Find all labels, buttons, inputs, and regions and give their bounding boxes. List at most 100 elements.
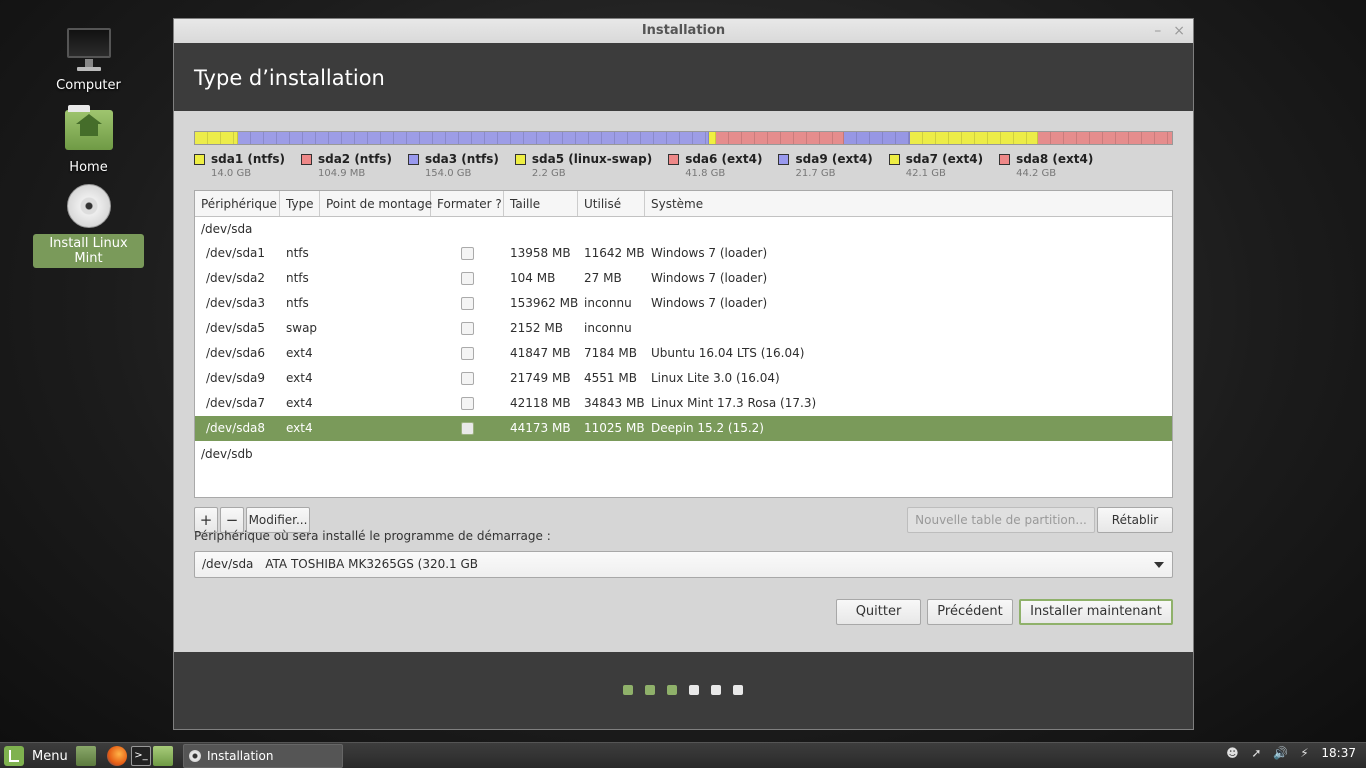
volume-icon[interactable]: 🔊 xyxy=(1273,746,1288,760)
menu-label: Menu xyxy=(32,748,68,764)
cell-device: /dev/sda1 xyxy=(206,246,266,260)
content-area: sda1 (ntfs) 14.0 GB sda2 (ntfs) 104.9 MB s… xyxy=(174,111,1193,653)
cell-mount xyxy=(320,316,431,341)
revert-button[interactable]: Rétablir xyxy=(1097,507,1173,533)
task-label: Installation xyxy=(207,749,274,763)
files-icon[interactable] xyxy=(153,746,173,766)
column-header-system[interactable]: Système xyxy=(645,191,1172,216)
cell-system: Windows 7 (loader) xyxy=(651,246,768,260)
format-checkbox[interactable] xyxy=(461,397,474,410)
format-checkbox[interactable] xyxy=(461,322,474,335)
new-partition-table-button[interactable]: Nouvelle table de partition... xyxy=(907,507,1095,533)
format-checkbox[interactable] xyxy=(461,422,474,435)
step-dot-pending xyxy=(711,685,721,695)
installer-window: Installation – × Type d’installation sda… xyxy=(173,18,1194,730)
cell-mount xyxy=(320,291,431,316)
step-indicator xyxy=(623,685,743,695)
window-titlebar[interactable]: Installation – × xyxy=(174,19,1193,43)
column-header-type[interactable]: Type xyxy=(280,191,320,216)
cell-size: 42118 MB xyxy=(510,396,571,410)
quit-button[interactable]: Quitter xyxy=(836,599,921,625)
computer-icon xyxy=(65,24,113,72)
install-now-button[interactable]: Installer maintenant xyxy=(1019,599,1173,625)
legend-name: sda6 (ext4) xyxy=(685,152,763,166)
column-header-used[interactable]: Utilisé xyxy=(578,191,645,216)
table-row[interactable]: /dev/sda2 ntfs 104 MB 27 MB Windows 7 (l… xyxy=(195,266,1172,291)
partition-table[interactable]: Périphérique Type Point de montage Forma… xyxy=(194,190,1173,498)
bootloader-label: Périphérique où sera installé le program… xyxy=(194,529,551,543)
table-row[interactable]: /dev/sda1 ntfs 13958 MB 11642 MB Windows… xyxy=(195,241,1172,266)
firefox-icon[interactable] xyxy=(107,746,127,766)
menu-button[interactable]: Menu xyxy=(4,745,68,767)
minimize-icon[interactable]: – xyxy=(1154,19,1161,43)
format-checkbox[interactable] xyxy=(461,272,474,285)
cell-device: /dev/sda6 xyxy=(206,346,266,360)
column-header-format[interactable]: Formater ? xyxy=(431,191,504,216)
table-row[interactable]: /dev/sda6 ext4 41847 MB 7184 MB Ubuntu 1… xyxy=(195,341,1172,366)
desktop-icon-label: Install Linux Mint xyxy=(33,234,144,268)
legend-size: 42.1 GB xyxy=(905,168,946,179)
power-icon[interactable]: ⚡ xyxy=(1297,746,1311,760)
format-checkbox[interactable] xyxy=(461,372,474,385)
step-dot-complete xyxy=(645,685,655,695)
back-button[interactable]: Précédent xyxy=(927,599,1013,625)
progress-footer xyxy=(174,652,1193,729)
cell-device: /dev/sda3 xyxy=(206,296,266,310)
step-dot-pending xyxy=(689,685,699,695)
table-body: /dev/sda /dev/sda1 ntfs 13958 MB 11642 M… xyxy=(195,217,1172,467)
cell-type: ext4 xyxy=(286,346,313,360)
close-icon[interactable]: × xyxy=(1173,19,1185,43)
format-checkbox[interactable] xyxy=(461,247,474,260)
desktop-icon-computer[interactable]: Computer xyxy=(33,24,144,95)
cell-mount xyxy=(320,241,431,266)
cell-system: Windows 7 (loader) xyxy=(651,271,768,285)
column-header-device[interactable]: Périphérique xyxy=(195,191,280,216)
legend-swatch xyxy=(407,154,419,165)
desktop-icon-install-linux-mint[interactable]: Install Linux Mint xyxy=(33,184,144,268)
legend-item: sda6 (ext4) 41.8 GB xyxy=(668,152,762,179)
cell-type: ext4 xyxy=(286,371,313,385)
disk-group-sdb[interactable]: /dev/sdb xyxy=(195,441,1172,467)
cell-type: ntfs xyxy=(286,271,309,285)
table-row[interactable]: /dev/sda7 ext4 42118 MB 34843 MB Linux M… xyxy=(195,391,1172,416)
table-row[interactable]: /dev/sda5 swap 2152 MB inconnu xyxy=(195,316,1172,341)
column-header-size[interactable]: Taille xyxy=(504,191,578,216)
cell-device: /dev/sda8 xyxy=(206,421,266,435)
column-header-mount[interactable]: Point de montage xyxy=(320,191,432,216)
legend-name: sda8 (ext4) xyxy=(1016,152,1094,166)
clock[interactable]: 18:37 xyxy=(1321,746,1356,760)
linux-mint-logo-icon xyxy=(4,746,24,766)
cell-system: Linux Mint 17.3 Rosa (17.3) xyxy=(651,396,817,410)
disk-group-sda[interactable]: /dev/sda xyxy=(195,217,1172,241)
cell-device: /dev/sda2 xyxy=(206,271,266,285)
cell-mount xyxy=(320,391,431,416)
partition-segment-sda7 xyxy=(909,132,1039,144)
cell-system: Ubuntu 16.04 LTS (16.04) xyxy=(651,346,805,360)
cell-size: 13958 MB xyxy=(510,246,571,260)
network-icon[interactable]: ➚ xyxy=(1249,746,1263,760)
taskbar: Menu >_ Installation ☻ ➚ 🔊 ⚡ 18:37 xyxy=(0,742,1366,768)
table-row[interactable]: /dev/sda9 ext4 21749 MB 4551 MB Linux Li… xyxy=(195,366,1172,391)
cell-used: inconnu xyxy=(584,321,632,335)
desktop-icon-home[interactable]: Home xyxy=(33,105,144,177)
partition-segment-sda6 xyxy=(715,132,844,144)
taskbar-window-installation[interactable]: Installation xyxy=(183,744,343,768)
format-checkbox[interactable] xyxy=(461,297,474,310)
step-dot-pending xyxy=(733,685,743,695)
step-dot-complete xyxy=(667,685,677,695)
legend-swatch xyxy=(999,154,1011,165)
legend-swatch xyxy=(888,154,900,165)
show-desktop-icon[interactable] xyxy=(76,746,96,766)
format-checkbox[interactable] xyxy=(461,347,474,360)
table-row-selected[interactable]: /dev/sda8 ext4 44173 MB 11025 MB Deepin … xyxy=(195,416,1172,441)
cell-size: 44173 MB xyxy=(510,421,571,435)
table-row[interactable]: /dev/sda3 ntfs 153962 MB inconnu Windows… xyxy=(195,291,1172,316)
legend-item: sda3 (ntfs) 154.0 GB xyxy=(407,152,499,179)
cell-mount xyxy=(320,266,431,291)
user-icon[interactable]: ☻ xyxy=(1225,746,1239,760)
bootloader-device-select[interactable]: /dev/sda ATA TOSHIBA MK3265GS (320.1 GB xyxy=(194,551,1173,578)
terminal-icon[interactable]: >_ xyxy=(131,746,151,766)
legend-name: sda3 (ntfs) xyxy=(424,152,499,166)
cell-used: inconnu xyxy=(584,296,632,310)
cell-system: Deepin 15.2 (15.2) xyxy=(651,421,764,435)
